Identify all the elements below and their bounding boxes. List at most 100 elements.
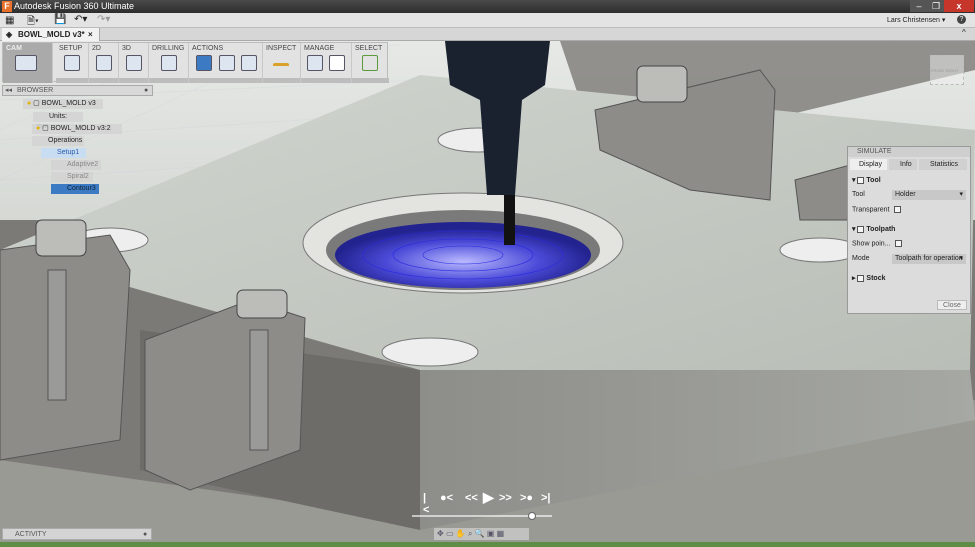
pan-icon[interactable]: ✋ <box>456 529 466 538</box>
play-icon[interactable]: ▶ <box>483 489 494 506</box>
ribbon-group-setup[interactable]: SETUP <box>56 43 89 83</box>
tool-library-icon[interactable] <box>307 55 323 71</box>
previous-point-icon[interactable]: ●< <box>440 492 453 504</box>
activity-panel[interactable]: ACTIVITY ● <box>2 528 152 540</box>
tree-item-units[interactable]: Units: mm <box>33 112 83 130</box>
drill-icon[interactable] <box>161 55 177 71</box>
ribbon-group-actions[interactable]: ACTIONS <box>189 43 263 83</box>
toolpath-checkbox[interactable] <box>857 225 865 233</box>
3d-toolpath-icon[interactable] <box>126 55 142 71</box>
tree-item-component[interactable]: ● ▢ BOWL_MOLD v3:2 <box>32 124 122 134</box>
status-bar <box>0 542 975 547</box>
tool-label: Tool <box>852 191 865 198</box>
dropdown-value: Toolpath for operation <box>895 255 963 262</box>
browser-header[interactable]: ◂◂ BROWSER ● <box>2 85 153 96</box>
tree-item-root[interactable]: ● ▢ BOWL_MOLD v3 <box>23 99 103 109</box>
timeline-handle[interactable] <box>528 512 536 520</box>
activity-label: ACTIVITY <box>15 531 47 538</box>
toolpath-section-toggle[interactable]: ▾ Toolpath <box>852 225 895 233</box>
group-label: SELECT <box>355 45 383 52</box>
fast-forward-icon[interactable]: >> <box>499 492 512 504</box>
close-button[interactable]: Close <box>937 300 967 310</box>
stock-section-toggle[interactable]: ▸ Stock <box>852 274 885 282</box>
measure-icon[interactable] <box>273 63 289 67</box>
tool-checkbox[interactable] <box>857 176 865 184</box>
document-tab-label: BOWL_MOLD v3* <box>18 30 85 39</box>
tool-dropdown[interactable]: Holder ▾ <box>892 190 966 200</box>
look-at-icon[interactable]: ▭ <box>446 529 454 538</box>
go-to-start-icon[interactable]: |< <box>423 492 429 516</box>
tab-statistics[interactable]: Statistics <box>919 159 967 170</box>
app-grid-icon[interactable]: ▦ <box>5 15 14 26</box>
transparent-label: Transparent <box>852 206 890 214</box>
lightbulb-icon[interactable]: ● <box>36 125 40 132</box>
2d-toolpath-icon[interactable] <box>96 55 112 71</box>
tree-label: BOWL_MOLD v3:2 <box>50 125 111 132</box>
section-label: Stock <box>866 275 886 282</box>
stock-checkbox[interactable] <box>857 274 865 282</box>
pin-icon[interactable]: ● <box>143 529 147 540</box>
go-to-end-icon[interactable]: >| <box>541 492 551 504</box>
group-label: ACTIONS <box>192 45 224 52</box>
tool-section-toggle[interactable]: ▾ Tool <box>852 176 881 184</box>
mode-dropdown[interactable]: Toolpath for operation ▾ <box>892 254 966 264</box>
show-points-checkbox[interactable] <box>895 240 903 247</box>
workspace-switcher[interactable]: CAM <box>3 43 53 83</box>
component-icon: ◈ <box>6 30 13 39</box>
ribbon-group-manage[interactable]: MANAGE <box>301 43 352 83</box>
ribbon-group-select[interactable]: SELECT <box>352 43 389 83</box>
collapse-ribbon-icon[interactable]: ^ <box>962 28 966 37</box>
grid-settings-icon[interactable]: ▦ <box>497 529 505 538</box>
tree-item-setup1[interactable]: Setup1 <box>41 148 86 158</box>
ribbon-group-drilling[interactable]: DRILLING <box>149 43 189 83</box>
tree-label: Operations <box>48 137 83 144</box>
tree-item-contour3[interactable]: Contour3 <box>51 184 99 194</box>
select-window-icon[interactable] <box>362 55 378 71</box>
pin-icon[interactable]: ● <box>144 86 148 96</box>
group-label: 3D <box>122 45 131 52</box>
tree-label: Adaptive2 <box>67 161 99 168</box>
user-menu[interactable]: Lars Christensen ▾ <box>887 16 945 24</box>
document-tab[interactable]: ◈ BOWL_MOLD v3* × <box>2 28 100 41</box>
undo-icon[interactable]: ↶▾ <box>74 14 87 25</box>
simulate-icon[interactable] <box>196 55 212 71</box>
tree-item-operations[interactable]: Operations <box>32 136 84 146</box>
tree-item-spiral2[interactable]: Spiral2 <box>51 172 93 182</box>
orbit-icon[interactable]: ✥ <box>437 529 444 538</box>
section-label: Tool <box>866 177 881 184</box>
close-tab-icon[interactable]: × <box>88 28 93 41</box>
tab-display[interactable]: Display <box>850 159 887 170</box>
redo-icon[interactable]: ↷▾ <box>97 14 110 25</box>
transparent-checkbox[interactable] <box>894 206 902 213</box>
tab-info[interactable]: Info <box>889 159 917 170</box>
view-cube[interactable]: FRONT RIGHT <box>930 55 964 85</box>
view-cube-front[interactable]: FRONT <box>931 68 945 73</box>
setup-sheet-icon[interactable] <box>241 55 257 71</box>
close-window-button[interactable]: x <box>944 0 974 12</box>
3d-viewport[interactable] <box>0 41 975 542</box>
post-process-g1g2-icon[interactable] <box>219 55 235 71</box>
collapse-browser-icon[interactable]: ◂◂ <box>5 86 12 96</box>
help-icon[interactable]: ? <box>957 15 966 24</box>
tree-label: Spiral2 <box>67 173 89 180</box>
rewind-icon[interactable]: << <box>465 492 478 504</box>
next-point-icon[interactable]: >● <box>520 492 533 504</box>
ribbon-group-2d[interactable]: 2D <box>89 43 119 83</box>
tree-label: Contour3 <box>67 185 96 192</box>
ribbon-group-3d[interactable]: 3D <box>119 43 149 83</box>
display-settings-icon[interactable]: ▣ <box>487 529 495 538</box>
app-title: Autodesk Fusion 360 Ultimate <box>14 1 135 11</box>
zoom-window-icon[interactable]: ⌕ <box>468 529 472 538</box>
minimize-button[interactable]: – <box>910 0 928 12</box>
tree-label: Setup1 <box>57 149 80 156</box>
post-library-icon[interactable] <box>329 55 345 71</box>
tree-item-adaptive2[interactable]: Adaptive2 <box>51 160 101 170</box>
lightbulb-icon[interactable]: ● <box>27 100 31 107</box>
timeline-slider[interactable] <box>412 512 552 520</box>
zoom-icon[interactable]: 🔍 <box>475 529 485 538</box>
ribbon-group-inspect[interactable]: INSPECT <box>263 43 301 83</box>
setup-icon[interactable] <box>64 55 80 71</box>
view-cube-right[interactable]: RIGHT <box>946 68 958 73</box>
restore-button[interactable]: ❐ <box>928 0 944 12</box>
save-icon[interactable]: 💾 <box>54 14 66 25</box>
